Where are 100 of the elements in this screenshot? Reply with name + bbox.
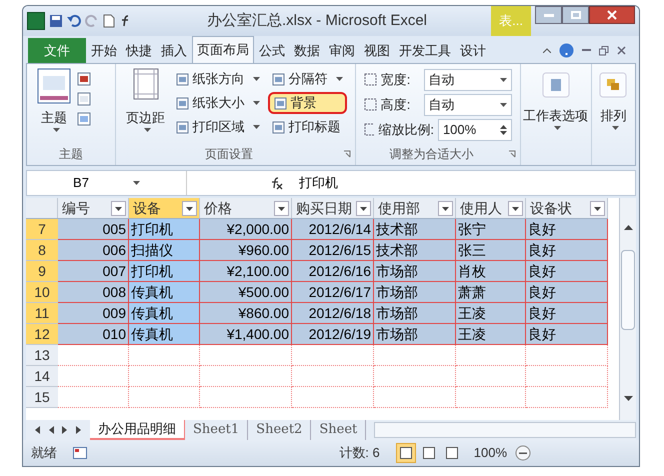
ribbon-tab[interactable]: 开始 bbox=[87, 38, 121, 63]
filter-dropdown-icon[interactable] bbox=[182, 200, 197, 216]
table-cell bbox=[129, 366, 200, 387]
fx-icon[interactable] bbox=[269, 176, 283, 190]
scrollbar-thumb[interactable] bbox=[621, 250, 635, 330]
formula-input[interactable]: 打印机 bbox=[295, 173, 635, 193]
row-header[interactable]: 11 bbox=[26, 303, 58, 324]
table-cell: 2012/6/17 bbox=[292, 282, 374, 303]
filter-dropdown-icon[interactable] bbox=[508, 200, 523, 216]
row-header[interactable]: 12 bbox=[26, 324, 58, 345]
caret-icon bbox=[612, 126, 619, 130]
arrange-button[interactable]: 排列 bbox=[592, 64, 635, 165]
table-cell: 技术部 bbox=[374, 240, 456, 261]
scale-icon bbox=[364, 123, 374, 136]
table-cell: 2012/6/18 bbox=[292, 303, 374, 324]
next-sheet-icon[interactable] bbox=[62, 426, 68, 434]
column-header[interactable]: 使用人 bbox=[456, 198, 526, 218]
restore-icon[interactable] bbox=[599, 46, 609, 56]
table-cell bbox=[456, 387, 526, 408]
close-icon bbox=[607, 10, 617, 20]
ribbon-tab[interactable]: 页面布局 bbox=[192, 36, 254, 63]
table-cell: 打印机 bbox=[129, 219, 200, 240]
row-header[interactable]: 7 bbox=[26, 219, 58, 240]
maximize-icon bbox=[570, 11, 580, 19]
file-tab[interactable]: 文件 bbox=[28, 38, 86, 63]
size-dropdown[interactable]: 自动 bbox=[424, 68, 512, 90]
scroll-down-icon[interactable] bbox=[624, 396, 632, 402]
row-header[interactable]: 15 bbox=[26, 387, 58, 408]
column-header[interactable]: 价格 bbox=[200, 198, 292, 218]
zoom-out-icon[interactable] bbox=[515, 445, 531, 461]
table-cell: ¥500.00 bbox=[200, 282, 292, 303]
ribbon-tab[interactable]: 插入 bbox=[157, 38, 191, 63]
filter-dropdown-icon[interactable] bbox=[111, 200, 126, 216]
column-header[interactable]: 设备 bbox=[129, 198, 200, 218]
scale-spinner[interactable]: 100% bbox=[438, 118, 512, 140]
spinner-arrows-icon[interactable] bbox=[500, 124, 507, 136]
ribbon-command[interactable]: 背景 bbox=[268, 92, 347, 114]
table-cell bbox=[129, 387, 200, 408]
horizontal-scrollbar[interactable] bbox=[374, 422, 636, 438]
close-icon[interactable] bbox=[617, 46, 626, 55]
ribbon-command[interactable]: 纸张大小 bbox=[172, 92, 264, 114]
themes-button[interactable]: 主题 bbox=[35, 68, 73, 145]
column-header[interactable]: 购买日期 bbox=[292, 198, 374, 218]
row-header[interactable]: 9 bbox=[26, 261, 58, 282]
name-box[interactable]: B7 bbox=[27, 171, 187, 195]
filter-dropdown-icon[interactable] bbox=[438, 200, 453, 216]
sheet-options-button[interactable]: 工作表选项 bbox=[520, 64, 592, 165]
caret-icon bbox=[144, 128, 152, 132]
ribbon-command[interactable]: 纸张方向 bbox=[172, 68, 264, 90]
column-header[interactable]: 使用部 bbox=[374, 198, 456, 218]
table-cell: 市场部 bbox=[374, 282, 456, 303]
undo-icon[interactable] bbox=[67, 14, 81, 28]
row-header[interactable]: 10 bbox=[26, 282, 58, 303]
ribbon-tab[interactable]: 审阅 bbox=[325, 38, 359, 63]
zoom-level[interactable]: 100% bbox=[474, 443, 507, 463]
new-document-icon[interactable] bbox=[103, 14, 115, 28]
first-sheet-icon[interactable] bbox=[34, 426, 40, 434]
window-title: 办公室汇总.xlsx - Microsoft Excel bbox=[207, 10, 428, 31]
ribbon-tab[interactable]: 视图 bbox=[360, 38, 394, 63]
minimize-icon[interactable] bbox=[582, 49, 591, 52]
close-button[interactable] bbox=[589, 6, 635, 24]
caret-icon bbox=[500, 102, 507, 106]
maximize-button[interactable] bbox=[562, 6, 589, 24]
table-cell: 005 bbox=[58, 219, 129, 240]
size-dropdown[interactable]: 自动 bbox=[424, 94, 512, 116]
column-header[interactable]: 编号 bbox=[58, 198, 129, 218]
row-header[interactable]: 14 bbox=[26, 366, 58, 387]
ribbon-command[interactable]: 分隔符 bbox=[268, 68, 347, 90]
save-icon[interactable] bbox=[49, 14, 63, 28]
ribbon-tab[interactable]: 设计 bbox=[456, 38, 490, 63]
table-cell: 市场部 bbox=[374, 261, 456, 282]
ribbon-tab[interactable]: 开发工具 bbox=[395, 38, 455, 63]
macro-record-icon[interactable] bbox=[73, 447, 87, 459]
dialog-launcher-icon[interactable] bbox=[342, 150, 351, 158]
ribbon-tab[interactable]: 数据 bbox=[290, 38, 324, 63]
caret-icon bbox=[132, 181, 140, 185]
row-header[interactable]: 13 bbox=[26, 345, 58, 366]
margins-button[interactable]: 页边距 bbox=[124, 68, 168, 145]
view-button[interactable] bbox=[396, 443, 416, 463]
scroll-up-icon[interactable] bbox=[624, 224, 632, 230]
filter-dropdown-icon[interactable] bbox=[356, 200, 371, 216]
sheet-tab[interactable]: 办公用品明细 bbox=[90, 420, 185, 440]
column-header[interactable]: 设备状 bbox=[526, 198, 608, 218]
ribbon-tab[interactable]: 公式 bbox=[255, 38, 289, 63]
table-cell bbox=[129, 345, 200, 366]
table-cell: 市场部 bbox=[374, 324, 456, 345]
minimize-button[interactable] bbox=[535, 6, 562, 24]
help-icon[interactable] bbox=[559, 43, 574, 58]
filter-dropdown-icon[interactable] bbox=[590, 200, 605, 216]
last-sheet-icon[interactable] bbox=[76, 426, 82, 434]
ribbon-command[interactable]: 打印区域 bbox=[172, 116, 264, 138]
row-header[interactable]: 8 bbox=[26, 240, 58, 261]
filter-dropdown-icon[interactable] bbox=[274, 200, 289, 216]
dialog-launcher-icon[interactable] bbox=[508, 150, 516, 158]
previous-sheet-icon[interactable] bbox=[48, 426, 54, 434]
table-cell: 008 bbox=[58, 282, 129, 303]
table-cell: 良好 bbox=[526, 240, 608, 261]
ribbon-tab[interactable]: 快捷 bbox=[122, 38, 156, 63]
ribbon-command[interactable]: 打印标题 bbox=[268, 116, 347, 138]
collapse-ribbon-icon[interactable] bbox=[543, 48, 551, 53]
